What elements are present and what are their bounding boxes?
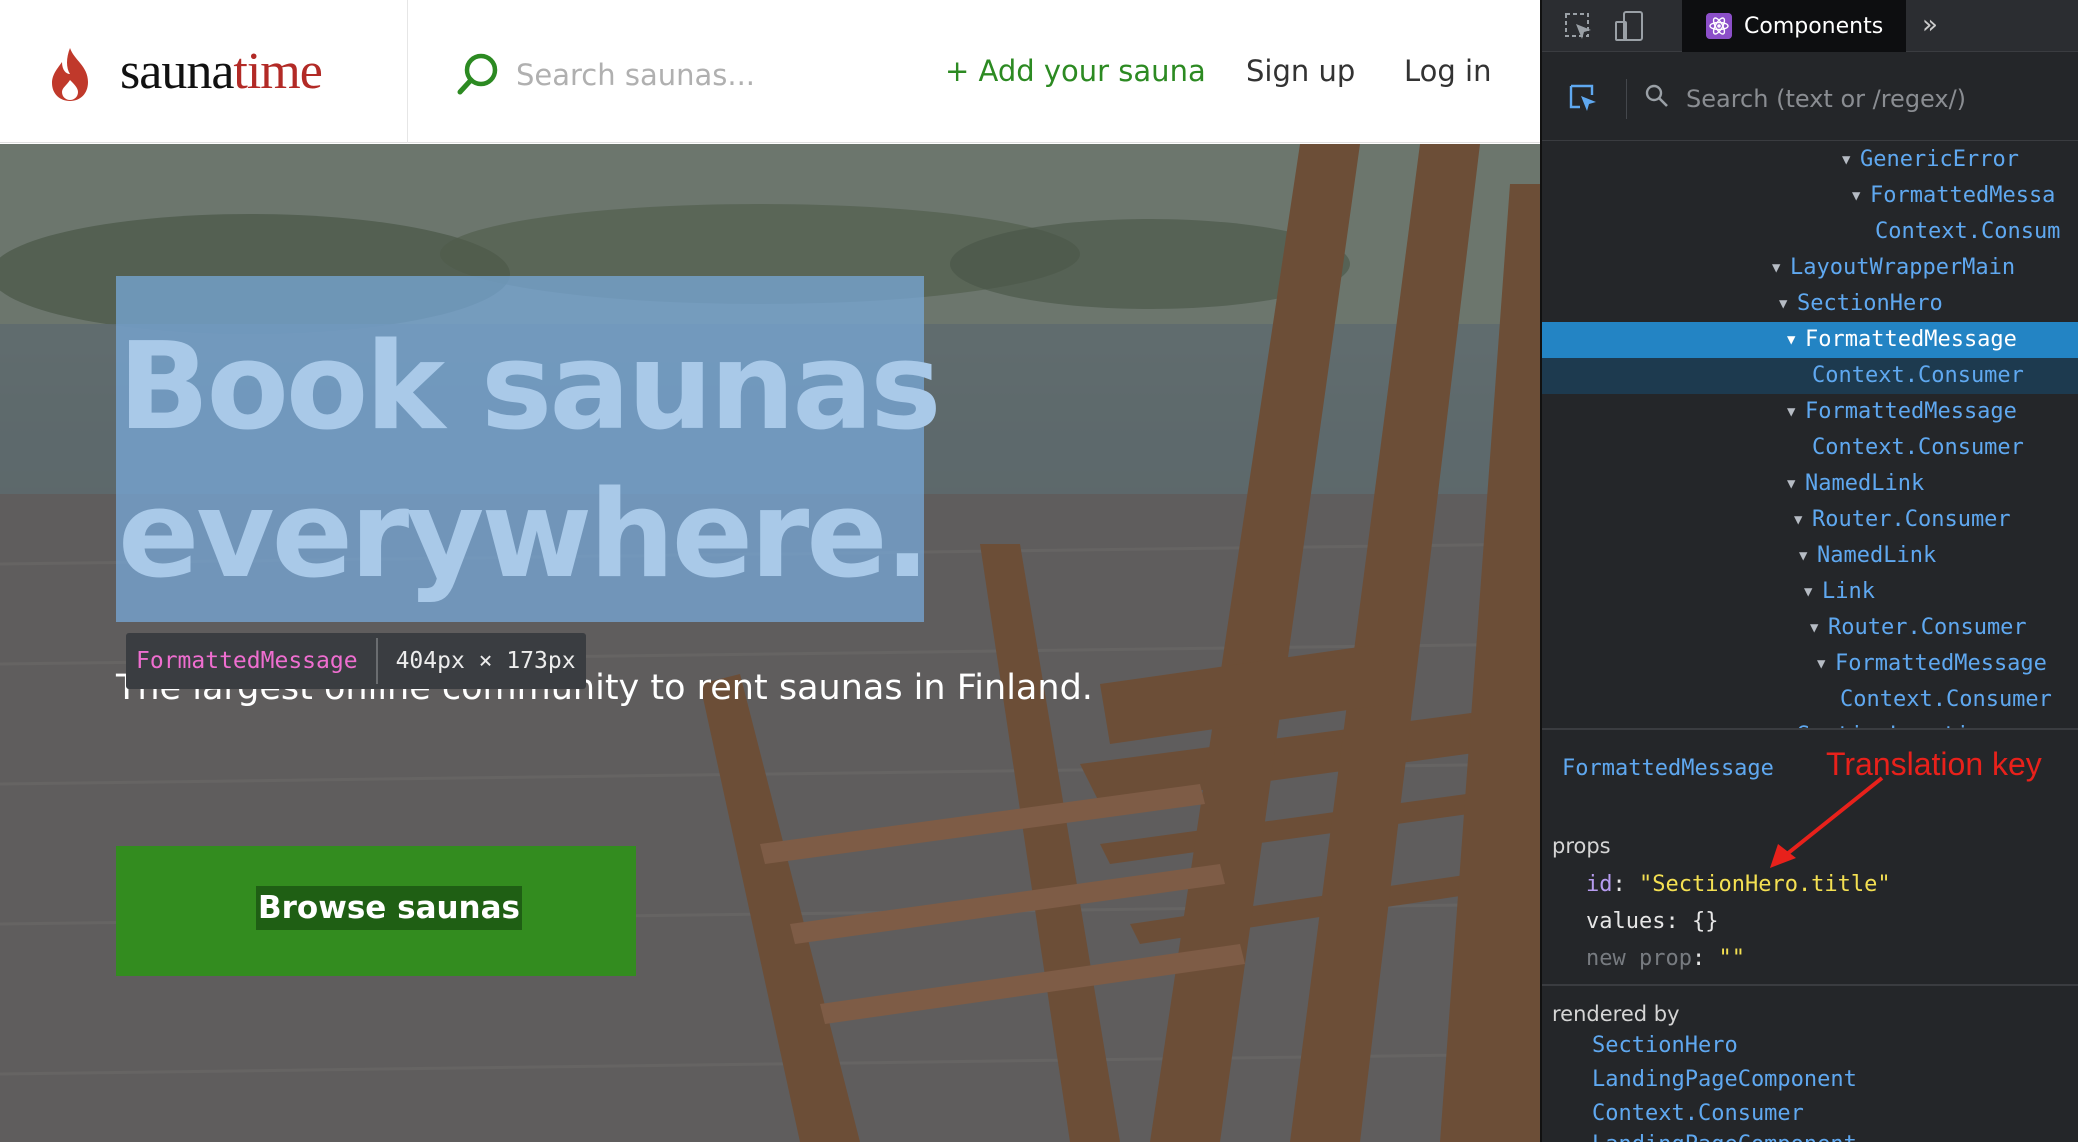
expand-triangle-icon[interactable]: ▼ [1787,394,1805,430]
tree-row-label: NamedLink [1817,543,1937,568]
tree-row-label: FormattedMessage [1835,651,2047,676]
tab-components[interactable]: Components [1682,0,1906,52]
inspect-tooltip: FormattedMessage 404px × 173px [126,633,586,689]
tree-row[interactable]: Context.Consum [1542,214,2078,250]
expand-triangle-icon[interactable]: ▼ [1794,502,1812,538]
tree-row-label: NamedLink [1805,471,1925,496]
tree-row[interactable]: ▼ FormattedMessa [1542,178,2078,214]
prop-key: id [1586,872,1613,897]
tree-row[interactable]: ▼ Router.Consumer [1542,610,2078,646]
rendered-by-item[interactable]: LandingPageComponent [1592,1132,1857,1142]
flame-logo-icon [52,48,88,101]
hero-title: Book saunas everywhere. [118,314,958,610]
tree-row-label: Context.Consumer [1812,435,2024,460]
prop-row[interactable]: values: {} [1586,909,1718,934]
tree-row-label: Context.Consumer [1812,363,2024,388]
inspect-element-icon[interactable] [1564,12,1594,42]
expand-triangle-icon[interactable]: ▼ [1852,178,1870,214]
tree-row[interactable]: ▼ FormattedMessage [1542,322,2078,358]
expand-triangle-icon[interactable]: ▼ [1842,142,1860,178]
tree-row[interactable]: Context.Consumer [1542,682,2078,718]
tree-row-label: Context.Consum [1875,219,2061,244]
tree-row[interactable]: ▼ Router.Consumer [1542,502,2078,538]
logo-area[interactable]: saunatime [0,0,408,143]
react-devtools-panel: Components » ▼GenericError▼FormattedMess… [1540,0,2078,1142]
tree-row[interactable]: ▼ FormattedMessage [1542,394,2078,430]
devtools-tabbar: Components » [1542,0,2078,52]
rendered-by-heading: rendered by [1552,1002,1680,1026]
brand-wordmark: saunatime [120,42,323,101]
tree-row-label: Router.Consumer [1828,615,2027,640]
expand-triangle-icon[interactable]: ▼ [1787,322,1805,358]
devtools-search-row [1542,53,2078,141]
component-tree[interactable]: ▼ GenericError ▼ FormattedMessa Context.Cons… [1542,140,2078,730]
new-prop-value[interactable]: "" [1718,946,1745,971]
tree-row-label: FormattedMessa [1870,183,2056,208]
expand-triangle-icon[interactable]: ▼ [1810,610,1828,646]
react-icon [1706,13,1732,39]
tree-row-label: LayoutWrapperMain [1790,255,2016,280]
expand-triangle-icon[interactable]: ▼ [1799,538,1817,574]
browse-saunas-button[interactable]: Browse saunas [116,846,636,976]
toolbar-divider [1626,79,1627,119]
tree-row[interactable]: Context.Consumer [1542,358,2078,394]
more-tabs-chevron-icon[interactable]: » [1922,10,1938,40]
tree-row[interactable]: ▼ Link [1542,574,2078,610]
browse-saunas-label: Browse saunas [256,886,523,930]
tree-row[interactable]: ▼ SectionHero [1542,286,2078,322]
new-prop-key[interactable]: new prop [1586,946,1692,971]
panel-divider [1542,728,2078,730]
tree-row[interactable]: ▼ GenericError [1542,142,2078,178]
panel-divider [1542,984,2078,986]
expand-triangle-icon[interactable]: ▼ [1817,646,1835,682]
brand-part-sauna: sauna [120,43,234,100]
expand-triangle-icon[interactable]: ▼ [1779,286,1797,322]
select-component-icon[interactable] [1568,83,1598,113]
tree-row-label: FormattedMessage [1805,327,2017,352]
tree-row-label: Link [1822,579,1875,604]
tree-row[interactable]: ▼ LayoutWrapperMain [1542,250,2078,286]
device-toolbar-icon[interactable] [1614,10,1644,42]
prop-key: values [1586,909,1666,934]
search-input[interactable] [516,50,936,100]
tooltip-component-name: FormattedMessage [136,648,358,674]
search-icon [1645,84,1668,107]
rendered-by-item[interactable]: Context.Consumer [1592,1101,1804,1126]
topbar: saunatime + Add your sauna Sign up Log i… [0,0,1540,143]
rendered-by-item[interactable]: SectionHero [1592,1033,1738,1058]
tree-row-label: GenericError [1860,147,2019,172]
add-sauna-link[interactable]: + Add your sauna [945,54,1206,88]
tree-row[interactable]: Context.Consumer [1542,430,2078,466]
login-link[interactable]: Log in [1404,54,1491,88]
rendered-by-item[interactable]: LandingPageComponent [1592,1067,1857,1092]
hero-title-line1: Book saunas [118,318,942,457]
props-heading: props [1552,834,1611,858]
tree-row[interactable]: ▼ NamedLink [1542,538,2078,574]
prop-row[interactable]: id: "SectionHero.title" [1586,872,1891,897]
tooltip-size: 404px × 173px [395,648,576,674]
tree-row-label: SectionHero [1797,291,1943,316]
hero-title-line2: everywhere. [118,466,930,605]
expand-triangle-icon[interactable]: ▼ [1772,250,1790,286]
tree-row[interactable]: ▼ FormattedMessage [1542,646,2078,682]
website-viewport: saunatime + Add your sauna Sign up Log i… [0,0,1540,1142]
expand-triangle-icon[interactable]: ▼ [1787,466,1805,502]
new-prop-row[interactable]: new prop: "" [1586,946,1745,971]
annotation-arrow-icon [1770,776,1884,868]
expand-triangle-icon[interactable]: ▼ [1804,574,1822,610]
component-search-input[interactable] [1686,77,2066,121]
tree-row[interactable]: ▼ NamedLink [1542,466,2078,502]
tab-components-label: Components [1744,13,1884,39]
tree-row-label: Context.Consumer [1840,687,2052,712]
prop-value[interactable]: "SectionHero.title" [1639,872,1891,897]
brand-part-time: time [233,43,322,100]
signup-link[interactable]: Sign up [1246,54,1355,88]
prop-value[interactable]: {} [1692,909,1719,934]
tree-row-label: FormattedMessage [1805,399,2017,424]
search-icon [457,53,498,95]
tree-row-label: Router.Consumer [1812,507,2011,532]
